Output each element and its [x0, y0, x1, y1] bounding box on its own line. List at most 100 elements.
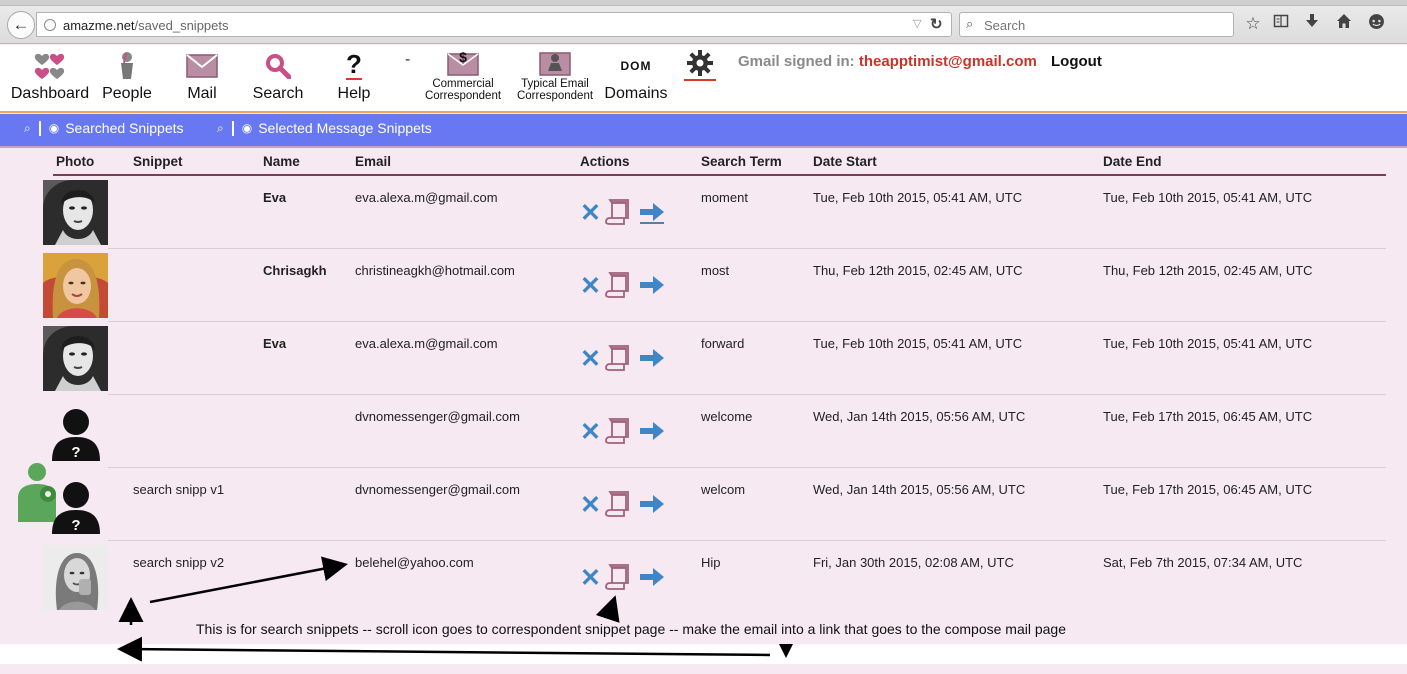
settings-underline	[684, 79, 716, 81]
cell-snippet: search snipp v1	[133, 482, 225, 497]
scroll-icon[interactable]	[604, 198, 632, 226]
dom-badge-text: DOM	[620, 59, 652, 73]
cell-date-end: Tue, Feb 17th 2015, 06:45 AM, UTC	[1103, 409, 1313, 424]
cell-email[interactable]: eva.alexa.m@gmail.com	[355, 190, 498, 205]
scroll-icon[interactable]	[604, 563, 632, 591]
delete-x-icon[interactable]: ✕	[580, 201, 601, 226]
signed-in-status: Gmail signed in: theapptimist@gmail.com	[738, 53, 1037, 70]
tab-searched-snippets-label: Searched Snippets	[65, 120, 184, 136]
svg-text:?: ?	[71, 444, 80, 461]
dollar-envelope-icon: $	[420, 47, 506, 78]
forward-arrow-icon[interactable]	[638, 273, 666, 297]
forward-arrow-icon[interactable]	[638, 200, 666, 224]
person-envelope-icon	[512, 47, 598, 78]
forward-arrow-icon[interactable]	[638, 492, 666, 516]
nav-mail[interactable]: Mail	[180, 47, 224, 103]
dashboard-hearts-icon	[10, 47, 90, 85]
home-icon[interactable]	[1333, 13, 1355, 35]
commercial-label-line1: Commercial	[432, 78, 494, 90]
delete-x-icon[interactable]: ✕	[580, 274, 601, 299]
avatar	[43, 545, 108, 610]
forward-arrow-icon[interactable]	[638, 346, 666, 370]
scroll-icon[interactable]	[604, 344, 632, 372]
dropdown-triangle-icon[interactable]: ▽	[913, 17, 921, 30]
nav-commercial-correspondent[interactable]: $ Commercial Correspondent	[420, 47, 506, 103]
avatar	[43, 326, 108, 391]
delete-x-icon[interactable]: ✕	[580, 493, 601, 518]
cell-name: Eva	[263, 336, 287, 351]
cell-snippet: search snipp v2	[133, 555, 225, 570]
nav-people-label: People	[102, 85, 152, 102]
table-row: search snipp v2 belehel@yahoo.com ✕ Hip …	[0, 541, 1407, 614]
tab-searched-snippets[interactable]: ⌕ ◉ Searched Snippets	[24, 120, 184, 136]
svg-text:?: ?	[346, 51, 362, 79]
cell-search-term: moment	[701, 190, 748, 205]
nav-search[interactable]: Search	[250, 47, 306, 103]
cell-email[interactable]: dvnomessenger@gmail.com	[355, 409, 520, 424]
header-date-end: Date End	[1103, 154, 1162, 169]
row-actions: ✕	[580, 417, 670, 447]
cell-email[interactable]: belehel@yahoo.com	[355, 555, 474, 570]
eye-icon: ◉	[48, 121, 60, 135]
forward-arrow-icon[interactable]	[638, 565, 666, 589]
back-arrow-icon[interactable]: ←	[7, 11, 35, 39]
scroll-icon[interactable]	[604, 271, 632, 299]
svg-text:?: ?	[71, 517, 80, 534]
row-actions: ✕	[580, 271, 670, 301]
cell-date-start: Wed, Jan 14th 2015, 05:56 AM, UTC	[813, 409, 1026, 424]
search-icon: ⌕	[217, 120, 224, 135]
header-search-term: Search Term	[701, 154, 782, 169]
cell-search-term: Hip	[701, 555, 721, 570]
table-row: ? dvnomessenger@gmail.com ✕ welcome Wed,…	[0, 395, 1407, 468]
table-row: Eva eva.alexa.m@gmail.com ✕ forward Tue,…	[0, 322, 1407, 395]
cell-date-end: Tue, Feb 10th 2015, 05:41 AM, UTC	[1103, 336, 1313, 351]
cell-email[interactable]: eva.alexa.m@gmail.com	[355, 336, 498, 351]
nav-typical-correspondent[interactable]: Typical Email Correspondent	[512, 47, 598, 102]
chat-icon[interactable]	[1365, 13, 1387, 35]
cell-search-term: forward	[701, 336, 745, 351]
tab-selected-message-snippets[interactable]: ⌕ ◉ Selected Message Snippets	[217, 120, 432, 136]
cell-date-end: Thu, Feb 12th 2015, 02:45 AM, UTC	[1103, 263, 1313, 278]
bookmark-star-icon[interactable]: ☆	[1242, 13, 1264, 35]
forward-arrow-icon[interactable]	[638, 419, 666, 443]
nav-dashboard[interactable]: Dashboard	[10, 47, 90, 103]
table-row: ? search snipp v1 dvnomessenger@gmail.co…	[0, 463, 1407, 541]
delete-x-icon[interactable]: ✕	[580, 566, 601, 591]
snippet-tabs-band: ⌕ ◉ Searched Snippets ⌕ ◉ Selected Messa…	[0, 114, 1407, 148]
unknown-person-icon: ?	[43, 472, 108, 537]
cell-email[interactable]: christineagkh@hotmail.com	[355, 263, 515, 278]
tab-selected-message-snippets-label: Selected Message Snippets	[258, 120, 432, 136]
nav-settings[interactable]	[683, 47, 717, 81]
scroll-icon[interactable]	[604, 490, 632, 518]
scroll-icon[interactable]	[604, 417, 632, 445]
commercial-label-line2: Correspondent	[424, 90, 502, 102]
unknown-person-icon: ?	[43, 399, 108, 464]
address-bar[interactable]: amazme.net/saved_snippets ▽ ↻	[36, 12, 952, 37]
nav-people[interactable]: People	[100, 47, 154, 103]
nav-domains-label: Domains	[604, 85, 668, 102]
browser-search-input[interactable]	[984, 16, 1224, 34]
annotation-note: This is for search snippets -- scroll ic…	[196, 621, 1067, 637]
app-nav: Dashboard People Mail Search ? Help - $ …	[0, 45, 1407, 113]
nav-help[interactable]: ? Help	[334, 47, 374, 103]
nav-separator: -	[405, 51, 411, 68]
delete-x-icon[interactable]: ✕	[580, 347, 601, 372]
search-icon: ⌕	[966, 16, 974, 31]
logout-link[interactable]: Logout	[1051, 53, 1102, 70]
typical-label-line2: Correspondent	[516, 90, 594, 102]
envelope-icon	[180, 47, 224, 85]
delete-x-icon[interactable]: ✕	[580, 420, 601, 445]
download-icon[interactable]	[1301, 13, 1323, 35]
nav-search-label: Search	[252, 85, 304, 102]
snippets-table: Photo Snippet Name Email Actions Search …	[0, 148, 1407, 644]
nav-dashboard-label: Dashboard	[10, 85, 90, 102]
cell-date-start: Thu, Feb 12th 2015, 02:45 AM, UTC	[813, 263, 1023, 278]
header-snippet: Snippet	[133, 154, 183, 169]
browser-search-box[interactable]: ⌕	[959, 12, 1234, 37]
reading-list-icon[interactable]	[1270, 13, 1292, 35]
reload-icon[interactable]: ↻	[930, 15, 943, 33]
cell-email[interactable]: dvnomessenger@gmail.com	[355, 482, 520, 497]
eye-icon: ◉	[241, 121, 253, 135]
nav-domains[interactable]: DOM Domains	[604, 47, 668, 103]
typical-label-line1: Typical Email	[521, 78, 589, 90]
